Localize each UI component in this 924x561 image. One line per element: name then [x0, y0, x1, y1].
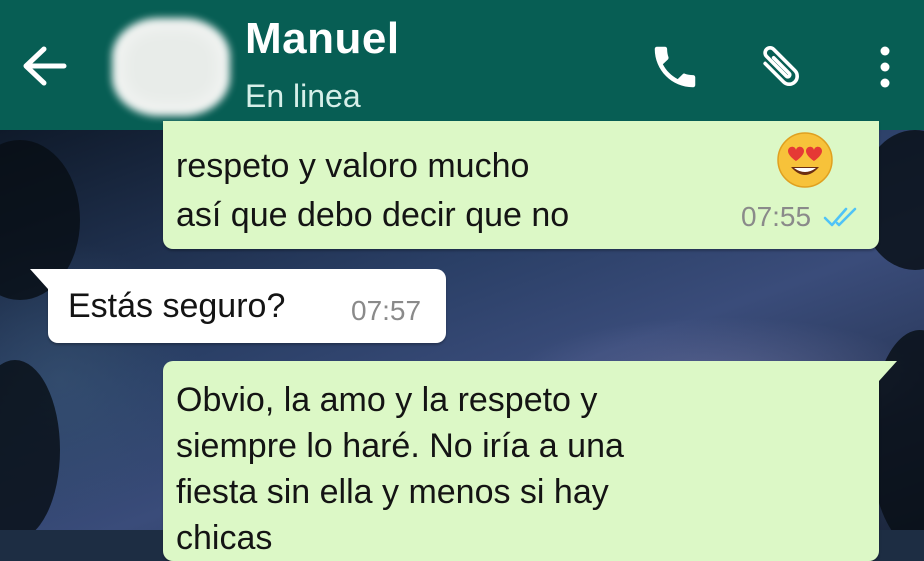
back-arrow-icon[interactable] [20, 44, 68, 88]
contact-status: En linea [245, 78, 361, 114]
double-check-read-icon [823, 207, 857, 227]
avatar[interactable] [112, 18, 230, 116]
message-text: Obvio, la amo y la respeto y siempre lo … [176, 381, 624, 557]
paperclip-icon[interactable] [750, 40, 810, 94]
message-time: 07:57 [351, 295, 422, 326]
outgoing-message[interactable]: respeto y valoro mucho así que debo deci… [163, 121, 879, 249]
message-text: respeto y valoro mucho [176, 147, 530, 185]
more-vert-icon[interactable] [870, 40, 900, 94]
phone-icon[interactable] [648, 40, 702, 94]
chat-header: Manuel En linea [0, 0, 924, 130]
contact-name[interactable]: Manuel [245, 14, 400, 64]
message-time: 07:55 [741, 201, 812, 232]
heart-eyes-emoji [777, 132, 833, 188]
incoming-message[interactable]: Estás seguro? 07:57 [30, 269, 446, 343]
message-text: Estás seguro? [68, 287, 286, 325]
outgoing-message[interactable]: Obvio, la amo y la respeto y siempre lo … [163, 361, 897, 561]
message-text: así que debo decir que no [176, 196, 570, 234]
